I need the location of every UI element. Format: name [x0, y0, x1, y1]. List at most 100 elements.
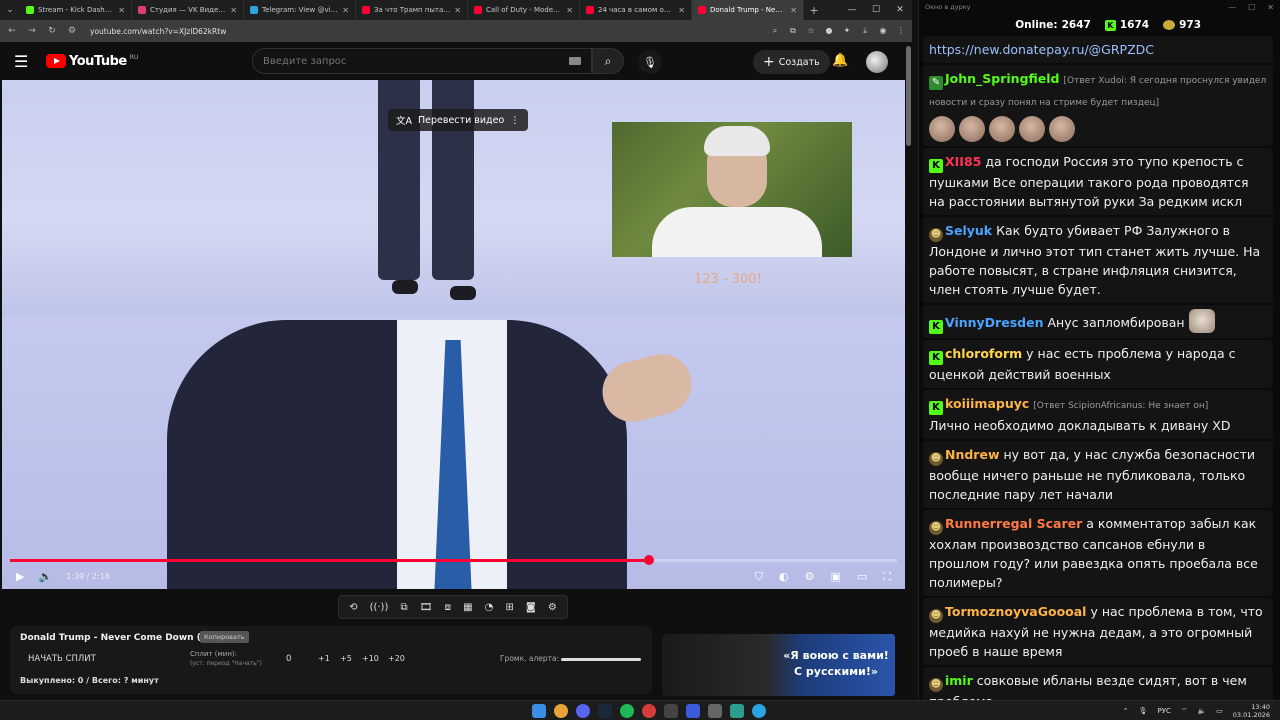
obs-icon[interactable] [642, 704, 656, 718]
extension-settings-icon[interactable]: ⚙ [548, 602, 557, 613]
autoplay-toggle[interactable]: ◐ [779, 570, 789, 583]
forward-icon[interactable]: → [26, 26, 38, 36]
tab-close-icon[interactable]: ✕ [454, 6, 461, 15]
bookmark-star-icon[interactable]: ☆ [806, 26, 816, 36]
search-input[interactable] [263, 55, 569, 67]
chat-message[interactable]: https://new.donatepay.ru/@GRPZDC [923, 36, 1273, 63]
tray-chevron-icon[interactable]: ⌃ [1123, 707, 1129, 715]
settings-gear-icon[interactable]: ⚙ [805, 570, 815, 583]
close-icon[interactable]: ✕ [888, 5, 912, 15]
grid-icon[interactable]: ▦ [463, 602, 472, 613]
menu-dots-icon[interactable]: ⋮ [896, 26, 906, 36]
notifications-bell-icon[interactable]: 🔔 [832, 53, 848, 68]
loop-icon[interactable]: ⟲ [349, 602, 357, 613]
chat-link[interactable]: https://new.donatepay.ru/@GRPZDC [929, 42, 1154, 57]
chrome-icon[interactable] [554, 704, 568, 718]
browser-tab[interactable]: Stream - Kick Dashboard ✕ [20, 0, 132, 20]
chat-username[interactable]: John_Springfield [945, 71, 1060, 86]
search-button[interactable]: ⌕ [592, 48, 624, 74]
chat-message[interactable]: ☻ imir совковые ибланы везде сидят, вот в … [923, 667, 1273, 700]
browser-tab[interactable]: Donald Trump - Never Come✕ [692, 0, 804, 20]
new-tab-button[interactable]: + [804, 4, 824, 17]
tab-close-icon[interactable]: ✕ [790, 6, 797, 15]
chat-message-list[interactable]: https://new.donatepay.ru/@GRPZDC ✎ John_Sp… [923, 36, 1273, 700]
promo-thumbnail[interactable]: «Я воюю с вами! С русскими!» [662, 634, 895, 696]
add-10-button[interactable]: +10 [362, 654, 379, 663]
tab-close-icon[interactable]: ✕ [678, 6, 685, 15]
file-explorer-icon[interactable] [708, 704, 722, 718]
maximize-icon[interactable]: ☐ [864, 5, 888, 15]
chat-message[interactable]: ☻ Selyuk Как будто убивает РФ Залужного в … [923, 217, 1273, 303]
cast-screen-icon[interactable]: ⧉ [401, 602, 408, 613]
tab-close-icon[interactable]: ✕ [118, 6, 125, 15]
cast-icon[interactable]: ⧉ [788, 26, 798, 36]
profile-icon[interactable]: ◉ [878, 26, 888, 36]
media-player-icon[interactable] [686, 704, 700, 718]
screenshot-icon[interactable]: ◙ [526, 602, 536, 613]
chat-message[interactable]: ✎ John_Springfield [Ответ Xudoi: Я сегодня… [923, 65, 1273, 146]
chat-username[interactable]: chloroform [945, 346, 1022, 361]
sponsor-shield-icon[interactable]: ⛉ [755, 570, 763, 584]
browser-tab[interactable]: Telegram: View @victorstep ✕ [244, 0, 356, 20]
discord-icon[interactable] [576, 704, 590, 718]
audio-icon[interactable]: ((·)) [370, 602, 389, 613]
tab-close-icon[interactable]: ✕ [566, 6, 573, 15]
chat-message[interactable]: ☻ TormoznoyvaGoooal у нас проблема в том, … [923, 598, 1273, 665]
tab-close-icon[interactable]: ✕ [230, 6, 237, 15]
minimize-icon[interactable]: — [840, 5, 864, 15]
chat-message[interactable]: Kkoiiimapuyc [Ответ ScipionAfricanus: Не … [923, 390, 1273, 439]
copy-button[interactable]: Копировать [200, 631, 249, 643]
picture-in-picture-icon[interactable]: ⧈ [445, 602, 451, 613]
battery-icon[interactable]: ▭ [1216, 707, 1223, 715]
youtube-logo[interactable]: YouTube RU [46, 54, 138, 69]
create-button[interactable]: + Создать [753, 50, 830, 74]
voice-search-button[interactable]: 🎙 [638, 50, 662, 74]
speed-icon[interactable]: ◔ [485, 602, 494, 613]
extension-icon[interactable]: ● [824, 26, 834, 36]
browser-tab[interactable]: За что Трамп пытается убить ✕ [356, 0, 468, 20]
chat-username[interactable]: Nndrew [945, 447, 1000, 462]
browser-tab[interactable]: Студия — VK Видео Live ✕ [132, 0, 244, 20]
chat-message[interactable]: K XII85 да господи Россия это тупо крепост… [923, 148, 1273, 215]
avatar[interactable] [866, 51, 888, 73]
browser-tab[interactable]: 24 часа в самом ожиревшем✕ [580, 0, 692, 20]
tab-search-icon[interactable]: ⌄ [0, 0, 20, 20]
chat-close-icon[interactable]: ✕ [1267, 3, 1274, 12]
tray-mic-icon[interactable]: 🎙 [1139, 707, 1148, 715]
add-clip-icon[interactable]: ⊞ [506, 602, 514, 613]
zoom-icon[interactable]: ⌕ [770, 26, 780, 36]
add-1-button[interactable]: +1 [318, 654, 330, 663]
chat-username[interactable]: XII85 [945, 154, 981, 169]
fullscreen-icon[interactable]: ⛶ [883, 570, 891, 584]
volume-icon[interactable]: 🔊 [38, 570, 52, 583]
url-field[interactable]: youtube.com/watch?v=XJzlD62kRtw [86, 27, 762, 36]
chat-username[interactable]: koiiimapuyc [945, 396, 1029, 411]
volume-tray-icon[interactable]: 🔈 [1197, 707, 1206, 715]
play-icon[interactable]: ▶ [16, 570, 24, 583]
chat-username[interactable]: Runnerregal Scarer [945, 516, 1082, 531]
more-options-icon[interactable]: ⋮ [510, 115, 520, 126]
download-icon[interactable]: ⤓ [860, 26, 870, 36]
spreadsheet-icon[interactable] [730, 704, 744, 718]
tab-close-icon[interactable]: ✕ [342, 6, 349, 15]
browser-tab[interactable]: Call of Duty - Modern Warfare ✕ [468, 0, 580, 20]
wifi-icon[interactable]: ⌔ [1181, 707, 1188, 716]
scrollbar-thumb[interactable] [906, 46, 911, 146]
chat-message[interactable]: ☻ Nndrew ну вот да, у нас служба безопасно… [923, 441, 1273, 508]
back-icon[interactable]: ← [6, 26, 18, 36]
language-indicator[interactable]: РУС [1157, 707, 1170, 715]
chat-username[interactable]: TormoznoyvaGoooal [945, 604, 1086, 619]
chat-minimize-icon[interactable]: — [1228, 3, 1236, 12]
video-player[interactable]: 123 - 300! 文A Перевести видео ⋮ ▶ 🔊 1:39… [2, 80, 905, 589]
chat-message[interactable]: ☻ Runnerregal Scarer а комментатор забыл к… [923, 510, 1273, 596]
puzzle-icon[interactable]: ✦ [842, 26, 852, 36]
miniplayer-icon[interactable]: ▣ [830, 570, 840, 583]
keyboard-icon[interactable] [569, 57, 581, 65]
site-info-icon[interactable]: ⚙ [66, 26, 78, 36]
start-split-button[interactable]: НАЧАТЬ СПЛИТ [28, 654, 96, 664]
chat-maximize-icon[interactable]: ☐ [1248, 3, 1255, 12]
page-scrollbar[interactable] [905, 42, 912, 700]
hamburger-menu-icon[interactable]: ☰ [14, 52, 34, 71]
progress-bar[interactable] [10, 555, 897, 565]
theater-mode-icon[interactable]: ▭ [857, 570, 867, 583]
